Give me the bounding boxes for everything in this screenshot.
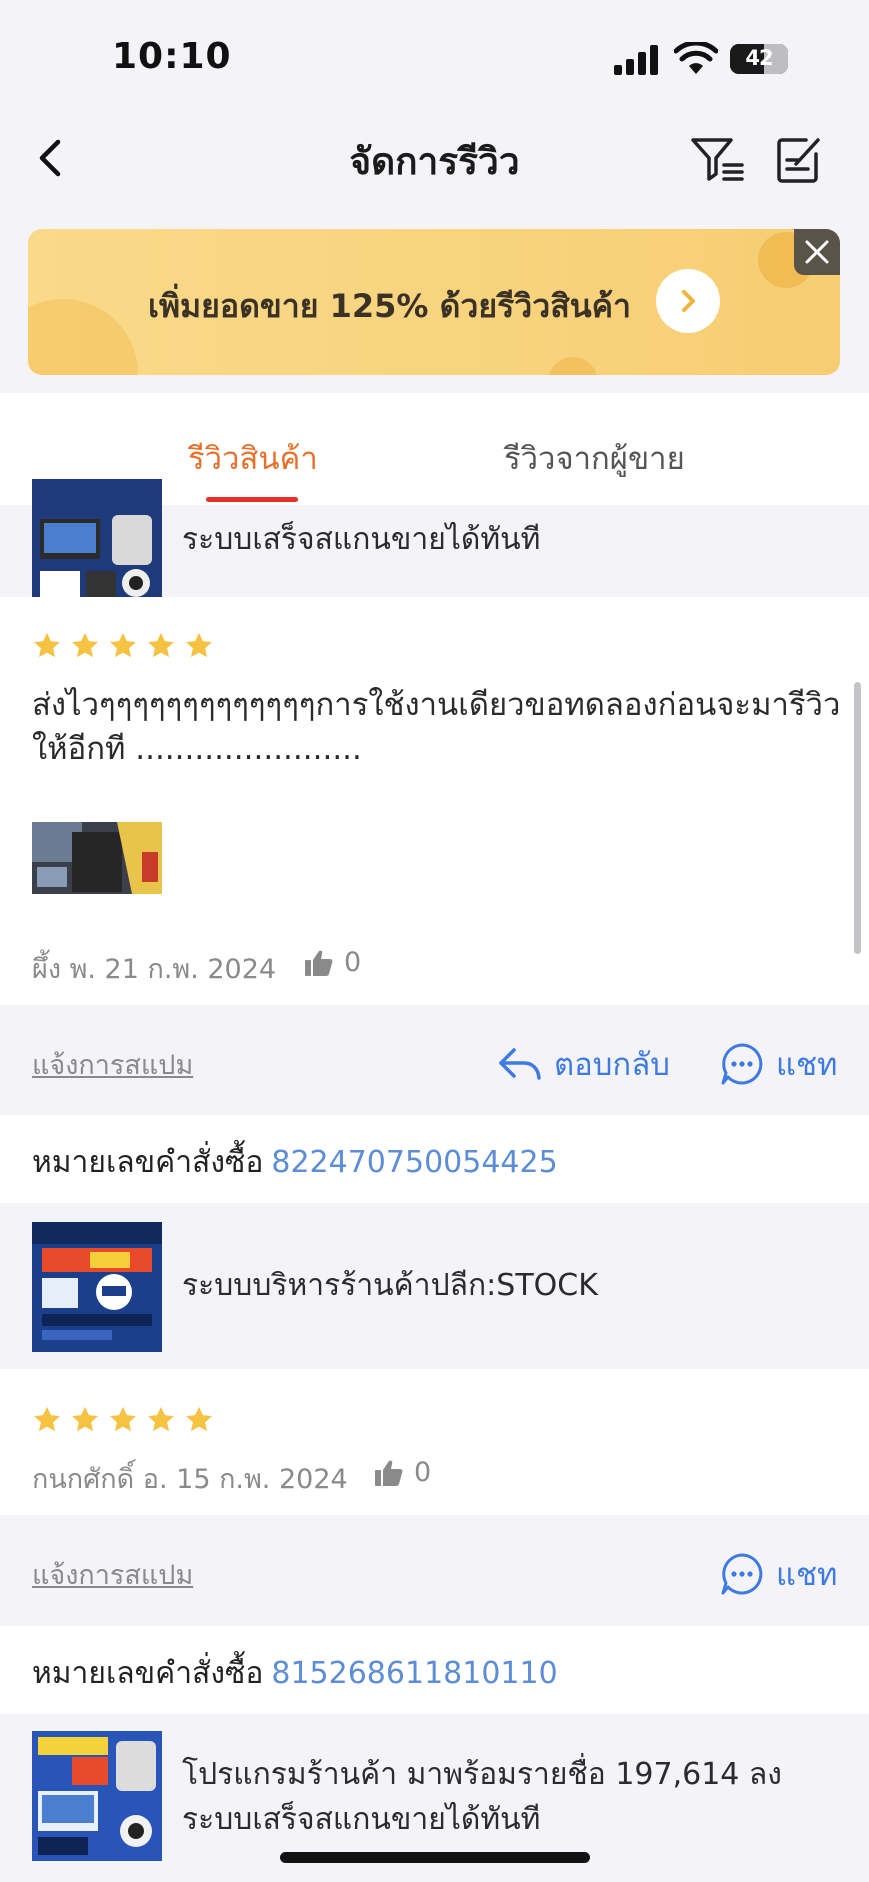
battery-level: 42 [745, 46, 773, 70]
chat-button[interactable]: แชท [720, 1039, 837, 1089]
rating-stars [32, 631, 214, 661]
thumbs-up-icon [375, 1460, 403, 1486]
star-icon [34, 632, 60, 658]
reply-label: ตอบกลับ [554, 1047, 670, 1083]
tab-seller-reviews[interactable]: รีวิวจากผู้ขาย [504, 433, 685, 483]
report-spam-link[interactable]: แจ้งการสแปม [32, 1553, 193, 1596]
product-name-line1: โปรแกรมร้านค้า มาพร้อมรายชื่อ 197,614 ลง [182, 1757, 782, 1792]
banner-close-button[interactable] [794, 229, 840, 275]
battery-icon: 42 [730, 44, 788, 74]
product-row[interactable]: ระบบบริหารร้านค้าปลีก:STOCK [0, 1203, 869, 1369]
thumbs-up-icon [305, 950, 333, 976]
write-button[interactable] [776, 134, 822, 184]
like-count: 0 [344, 947, 362, 978]
chat-button[interactable]: แชท [720, 1549, 837, 1599]
chat-icon [721, 1553, 763, 1595]
product-name-line2: ระบบเสร็จสแกนขายได้ทันที [182, 1802, 541, 1837]
star-icon [186, 1406, 212, 1432]
chat-label: แชท [776, 1047, 838, 1083]
chat-label: แชท [776, 1557, 838, 1593]
edit-icon [777, 138, 820, 183]
status-icons: 42 [614, 40, 794, 76]
tab-product-reviews[interactable]: รีวิวสินค้า [188, 433, 318, 483]
banner-arrow-button[interactable] [656, 269, 720, 333]
promo-banner[interactable]: เพิ่มยอดขาย 125% ด้วยรีวิวสินค้า [28, 229, 840, 375]
review-text: ส่งไวๆๆๆๆๆๆๆๆๆๆๆๆๆการใช้งานเดียวขอทดลองก… [32, 687, 841, 767]
like-button[interactable]: 0 [374, 1457, 431, 1488]
star-icon [34, 1406, 60, 1432]
status-time: 10:10 [112, 36, 232, 77]
like-count: 0 [414, 1457, 432, 1488]
report-spam-link[interactable]: แจ้งการสแปม [32, 1043, 193, 1086]
wifi-icon [674, 42, 718, 74]
filter-button[interactable] [690, 134, 746, 184]
chevron-right-icon [682, 290, 695, 312]
banner-text: เพิ่มยอดขาย 125% ด้วยรีวิวสินค้า [148, 287, 632, 325]
reply-icon [499, 1048, 541, 1080]
review-card: ส่งไวๆๆๆๆๆๆๆๆๆๆๆๆๆการใช้งานเดียวขอทดลองก… [0, 597, 869, 1005]
scrollbar[interactable] [854, 682, 861, 954]
star-icon [148, 632, 174, 658]
close-icon [805, 240, 829, 264]
like-button[interactable]: 0 [304, 947, 361, 978]
product-thumbnail [32, 479, 162, 609]
active-tab-indicator [206, 497, 298, 502]
reviewer-date: กนกศักดิ์ อ. 15 ก.พ. 2024 [32, 1464, 348, 1495]
star-icon [110, 632, 136, 658]
order-number[interactable]: 815268611810110 [271, 1656, 557, 1691]
review-actions: แจ้งการสแปม ตอบกลับ แชท [0, 1005, 869, 1115]
star-icon [186, 632, 212, 658]
review-actions: แจ้งการสแปม แชท [0, 1515, 869, 1626]
filter-icon [691, 138, 744, 181]
chat-icon [721, 1043, 763, 1085]
product-name: ระบบเสร็จสแกนขายได้ทันที [182, 522, 541, 557]
order-row: หมายเลขคำสั่งซื้อ 815268611810110 [0, 1626, 869, 1714]
star-icon [148, 1406, 174, 1432]
product-row[interactable]: ระบบเสร็จสแกนขายได้ทันที [0, 479, 869, 609]
product-thumbnail [32, 1731, 162, 1861]
star-icon [72, 632, 98, 658]
review-card: กนกศักดิ์ อ. 15 ก.พ. 2024 0 [0, 1369, 869, 1515]
star-icon [72, 1406, 98, 1432]
home-indicator[interactable] [280, 1852, 590, 1863]
order-number[interactable]: 822470750054425 [271, 1145, 557, 1180]
review-photo[interactable] [32, 822, 162, 894]
signal-icon [614, 45, 658, 75]
rating-stars [32, 1405, 214, 1435]
product-name: ระบบบริหารร้านค้าปลีก:STOCK [182, 1268, 598, 1303]
reply-button[interactable]: ตอบกลับ [498, 1039, 670, 1089]
reviewer-date: ผึ้ง พ. 21 ก.พ. 2024 [32, 954, 277, 985]
order-label: หมายเลขคำสั่งซื้อ [32, 1145, 264, 1180]
order-label: หมายเลขคำสั่งซื้อ [32, 1656, 264, 1691]
product-thumbnail [32, 1222, 162, 1352]
order-row: หมายเลขคำสั่งซื้อ 822470750054425 [0, 1115, 869, 1203]
star-icon [110, 1406, 136, 1432]
